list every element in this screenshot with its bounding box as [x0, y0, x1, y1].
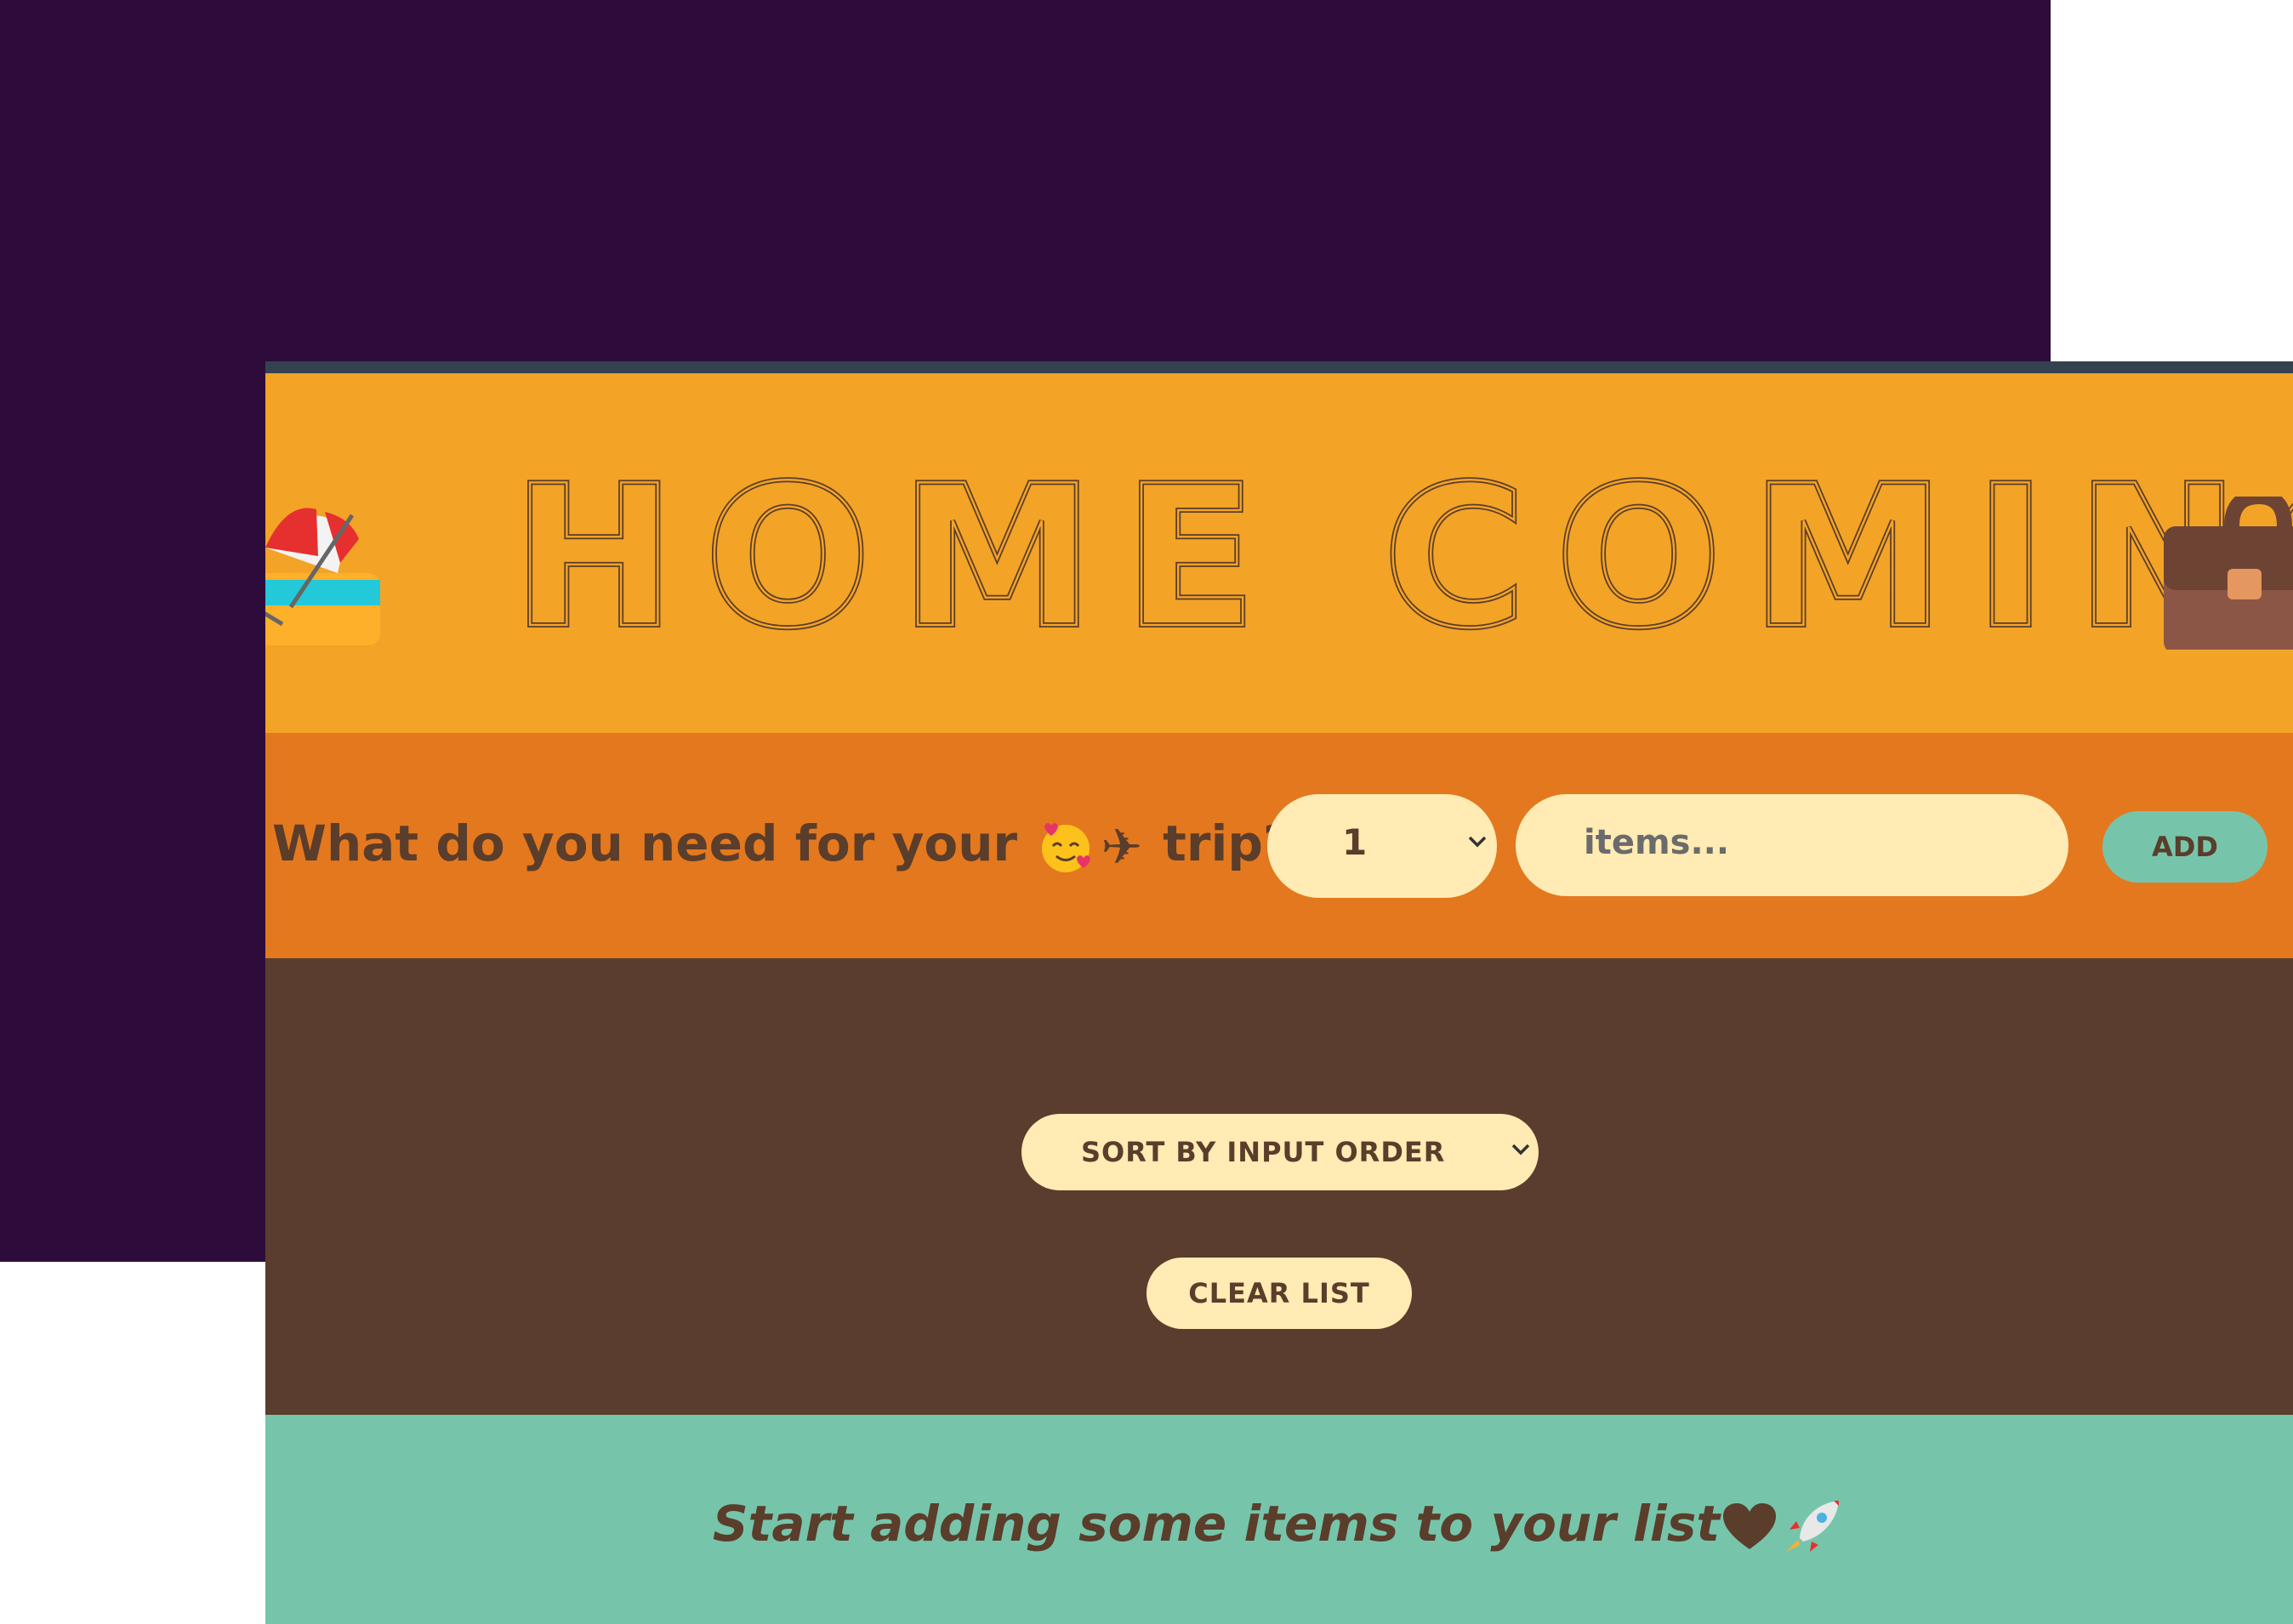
rocket-icon: [1786, 1500, 1840, 1552]
app-window: HOME COMING HOME COMING What do you need…: [265, 361, 2293, 1624]
item-name-input[interactable]: items...: [1516, 794, 2068, 896]
smiling-face-with-hearts-icon: [1042, 822, 1091, 872]
window-top-border: [265, 361, 2293, 373]
chevron-down-icon: [1511, 1144, 1530, 1156]
app-title: HOME COMING HOME COMING: [512, 474, 2293, 644]
sort-value: SORT BY INPUT ORDER: [1081, 1136, 1446, 1168]
quantity-select[interactable]: 1: [1267, 794, 1497, 898]
app-title-inner-stroke: HOME COMING: [512, 474, 2293, 644]
add-button[interactable]: ADD: [2102, 811, 2267, 883]
header: HOME COMING HOME COMING: [265, 373, 2293, 733]
stats-footer: Start adding some items to your list: [265, 1415, 2293, 1624]
item-name-placeholder: items...: [1584, 823, 1730, 862]
chevron-down-icon: [1468, 836, 1487, 848]
add-item-form: What do you need for your ✈ trip? 1 item…: [265, 733, 2293, 958]
question-text: What do you need for your: [272, 815, 1018, 872]
packing-list: SORT BY INPUT ORDER CLEAR LIST: [265, 958, 2293, 1415]
form-question: What do you need for your ✈ trip?: [272, 809, 1292, 881]
brown-heart-icon: [1723, 1502, 1777, 1549]
stats-message-text: Start adding some items to your list: [712, 1495, 1721, 1553]
clear-list-button[interactable]: CLEAR LIST: [1146, 1258, 1412, 1329]
sort-select[interactable]: SORT BY INPUT ORDER: [1021, 1114, 1539, 1190]
briefcase-icon: [2164, 497, 2293, 650]
airplane-icon: ✈: [1101, 817, 1142, 876]
stats-message: Start adding some items to your list: [265, 1490, 2293, 1558]
beach-umbrella-icon: [265, 508, 380, 645]
quantity-value: 1: [1342, 821, 1368, 863]
